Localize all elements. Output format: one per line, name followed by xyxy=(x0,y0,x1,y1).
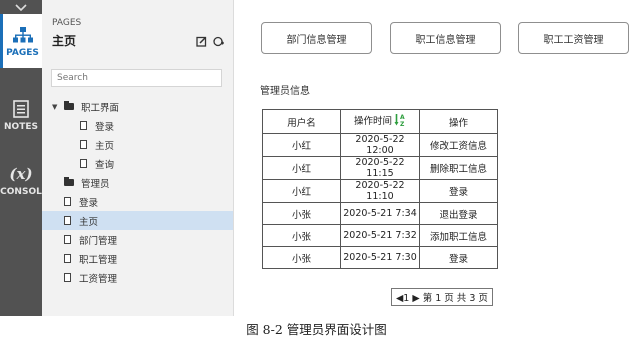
cell-username: 小红 xyxy=(262,156,341,180)
collapse-chevron-icon[interactable] xyxy=(0,0,42,14)
rail-pages-label: PAGES xyxy=(6,48,39,58)
cell-username: 小红 xyxy=(262,133,341,157)
page-icon xyxy=(80,159,87,168)
tree-item-label: 职工管理 xyxy=(79,254,118,266)
column-header-username: 用户名 xyxy=(262,109,341,134)
cell-action: 登录 xyxy=(419,179,498,203)
variable-icon: (x) xyxy=(9,165,33,183)
folder-icon xyxy=(64,101,74,110)
cell-action: 添加职工信息 xyxy=(419,224,498,247)
staff-info-button[interactable]: 职工信息管理 xyxy=(390,22,501,54)
notes-icon xyxy=(13,98,29,120)
rail-tab-pages[interactable]: PAGES xyxy=(0,14,42,68)
section-title: 管理员信息 xyxy=(260,86,310,97)
page-icon xyxy=(64,216,71,225)
cell-username: 小张 xyxy=(262,202,341,225)
page-icon xyxy=(80,140,87,149)
tree-item-home-selected[interactable]: 主页 xyxy=(42,211,233,230)
tree-item-label: 登录 xyxy=(79,197,99,209)
table-row: 小张 2020-5-21 7:30 登录 xyxy=(262,246,498,269)
tree-item-login[interactable]: 登录 xyxy=(42,192,233,211)
svg-text:A: A xyxy=(400,114,405,121)
page-icon xyxy=(64,235,71,244)
rail-console-label: CONSOL xyxy=(0,187,42,197)
tree-item-label: 工资管理 xyxy=(79,273,118,285)
cell-username: 小张 xyxy=(262,224,341,247)
search-input[interactable] xyxy=(51,69,222,87)
table-row: 小红 2020-5-22 11:10 登录 xyxy=(262,179,498,203)
tree-item-label: 主页 xyxy=(79,216,99,228)
tree-item-dept-mgmt[interactable]: 部门管理 xyxy=(42,230,233,249)
cell-time: 2020-5-22 12:00 xyxy=(340,133,420,157)
design-canvas: 部门信息管理 职工信息管理 职工工资管理 管理员信息 用户名 操作时间 A Z 操作… xyxy=(234,0,633,316)
tree-item-label: 登录 xyxy=(95,121,115,133)
column-header-time-label: 操作时间 xyxy=(353,116,392,127)
panel-header-label: PAGES xyxy=(52,18,82,28)
table-row: 小张 2020-5-21 7:34 退出登录 xyxy=(262,202,498,225)
rail-notes-label: NOTES xyxy=(4,122,38,132)
cell-time: 2020-5-22 11:15 xyxy=(340,156,420,180)
admin-log-table: 用户名 操作时间 A Z 操作 小红 2020-5-22 12:00 修改工资信息 … xyxy=(262,109,498,269)
sort-az-icon[interactable]: AZ xyxy=(394,113,406,130)
cell-username: 小红 xyxy=(262,179,341,203)
tree-folder-staff-ui[interactable]: ▼ 职工界面 xyxy=(42,97,233,116)
tree-item-label: 部门管理 xyxy=(79,235,118,247)
page-icon xyxy=(64,254,71,263)
table-header-row: 用户名 操作时间 A Z 操作 xyxy=(262,109,498,134)
tree-item-salary-mgmt[interactable]: 工资管理 xyxy=(42,268,233,287)
cell-time: 2020-5-22 11:10 xyxy=(340,179,420,203)
cell-action: 登录 xyxy=(419,246,498,269)
cell-time: 2020-5-21 7:32 xyxy=(340,224,420,247)
cell-action: 退出登录 xyxy=(419,202,498,225)
expand-arrow-icon[interactable]: ▼ xyxy=(52,103,60,111)
column-header-time[interactable]: 操作时间 A Z xyxy=(340,109,420,134)
add-page-icon[interactable] xyxy=(213,36,225,50)
staff-salary-button[interactable]: 职工工资管理 xyxy=(518,22,629,54)
pagination[interactable]: ◀1 ▶ 第 1 页 共 3 页 xyxy=(391,288,493,306)
pages-panel: PAGES 主页 ▼ 职工界面 登录 主页 查询 管理员 xyxy=(42,0,234,316)
cell-action: 删除职工信息 xyxy=(419,156,498,180)
cell-username: 小张 xyxy=(262,246,341,269)
tree-item-query[interactable]: 查询 xyxy=(42,154,233,173)
tree-folder-admin[interactable]: 管理员 xyxy=(42,173,233,192)
tree-item-label: 管理员 xyxy=(81,178,110,190)
tree-item-label: 查询 xyxy=(95,159,115,171)
table-row: 小张 2020-5-21 7:32 添加职工信息 xyxy=(262,224,498,247)
rail-tab-notes[interactable]: NOTES xyxy=(0,86,42,144)
page-icon xyxy=(80,121,87,130)
page-icon xyxy=(64,197,71,206)
figure-caption: 图 8-2 管理员界面设计图 xyxy=(246,322,387,337)
folder-icon xyxy=(64,177,74,186)
cell-action: 修改工资信息 xyxy=(419,133,498,157)
svg-text:Z: Z xyxy=(400,121,405,127)
table-row: 小红 2020-5-22 12:00 修改工资信息 xyxy=(262,133,498,157)
page-icon xyxy=(64,273,71,282)
dept-info-button[interactable]: 部门信息管理 xyxy=(261,22,372,54)
page-tree: ▼ 职工界面 登录 主页 查询 管理员 登录 主页 部门管理 职工管理 工资管理 xyxy=(42,97,233,287)
tree-item-staff-mgmt[interactable]: 职工管理 xyxy=(42,249,233,268)
tree-item-label: 职工界面 xyxy=(81,102,120,114)
left-rail: PAGES NOTES (x) CONSOL xyxy=(0,0,42,316)
rail-tab-console[interactable]: (x) CONSOL xyxy=(0,150,42,210)
tree-item-home[interactable]: 主页 xyxy=(42,135,233,154)
cell-time: 2020-5-21 7:30 xyxy=(340,246,420,269)
sitemap-icon xyxy=(12,24,33,46)
table-row: 小红 2020-5-22 11:15 删除职工信息 xyxy=(262,156,498,180)
edit-page-icon[interactable] xyxy=(196,36,207,50)
tree-item-login[interactable]: 登录 xyxy=(42,116,233,135)
column-header-action: 操作 xyxy=(419,109,498,134)
cell-time: 2020-5-21 7:34 xyxy=(340,202,420,225)
tree-item-label: 主页 xyxy=(95,140,115,152)
